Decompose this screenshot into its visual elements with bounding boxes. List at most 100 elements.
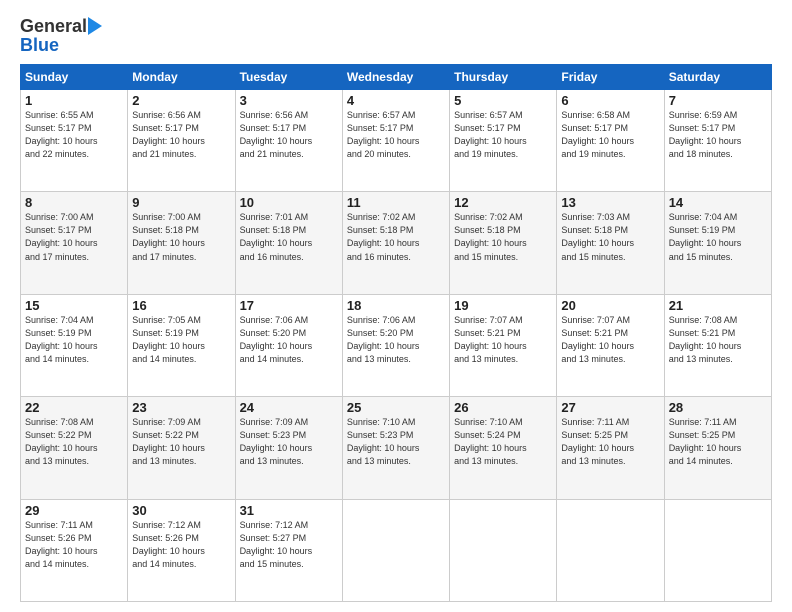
- table-row: 30Sunrise: 7:12 AMSunset: 5:26 PMDayligh…: [128, 499, 235, 601]
- table-row: 26Sunrise: 7:10 AMSunset: 5:24 PMDayligh…: [450, 397, 557, 499]
- logo-blue-text: Blue: [20, 35, 59, 56]
- table-row: [342, 499, 449, 601]
- day-info: Sunrise: 7:07 AMSunset: 5:21 PMDaylight:…: [454, 314, 552, 366]
- table-row: 8Sunrise: 7:00 AMSunset: 5:17 PMDaylight…: [21, 192, 128, 294]
- day-info: Sunrise: 7:04 AMSunset: 5:19 PMDaylight:…: [669, 211, 767, 263]
- logo: General Blue: [20, 16, 110, 56]
- day-info: Sunrise: 7:02 AMSunset: 5:18 PMDaylight:…: [347, 211, 445, 263]
- table-row: 24Sunrise: 7:09 AMSunset: 5:23 PMDayligh…: [235, 397, 342, 499]
- table-row: 1Sunrise: 6:55 AMSunset: 5:17 PMDaylight…: [21, 90, 128, 192]
- logo-arrow-icon: [88, 17, 110, 35]
- day-number: 18: [347, 298, 445, 313]
- table-row: 9Sunrise: 7:00 AMSunset: 5:18 PMDaylight…: [128, 192, 235, 294]
- day-info: Sunrise: 7:08 AMSunset: 5:21 PMDaylight:…: [669, 314, 767, 366]
- day-info: Sunrise: 6:57 AMSunset: 5:17 PMDaylight:…: [347, 109, 445, 161]
- day-number: 23: [132, 400, 230, 415]
- day-number: 2: [132, 93, 230, 108]
- col-sunday: Sunday: [21, 65, 128, 90]
- day-info: Sunrise: 7:06 AMSunset: 5:20 PMDaylight:…: [347, 314, 445, 366]
- calendar-header-row: Sunday Monday Tuesday Wednesday Thursday…: [21, 65, 772, 90]
- day-info: Sunrise: 7:11 AMSunset: 5:26 PMDaylight:…: [25, 519, 123, 571]
- day-info: Sunrise: 7:10 AMSunset: 5:24 PMDaylight:…: [454, 416, 552, 468]
- table-row: 6Sunrise: 6:58 AMSunset: 5:17 PMDaylight…: [557, 90, 664, 192]
- table-row: [664, 499, 771, 601]
- table-row: 4Sunrise: 6:57 AMSunset: 5:17 PMDaylight…: [342, 90, 449, 192]
- table-row: [450, 499, 557, 601]
- day-number: 13: [561, 195, 659, 210]
- day-number: 15: [25, 298, 123, 313]
- day-number: 5: [454, 93, 552, 108]
- day-info: Sunrise: 7:11 AMSunset: 5:25 PMDaylight:…: [561, 416, 659, 468]
- day-info: Sunrise: 6:58 AMSunset: 5:17 PMDaylight:…: [561, 109, 659, 161]
- day-number: 4: [347, 93, 445, 108]
- day-info: Sunrise: 7:09 AMSunset: 5:22 PMDaylight:…: [132, 416, 230, 468]
- day-info: Sunrise: 6:56 AMSunset: 5:17 PMDaylight:…: [132, 109, 230, 161]
- table-row: 28Sunrise: 7:11 AMSunset: 5:25 PMDayligh…: [664, 397, 771, 499]
- table-row: 10Sunrise: 7:01 AMSunset: 5:18 PMDayligh…: [235, 192, 342, 294]
- logo-general-text: General: [20, 16, 87, 37]
- day-info: Sunrise: 7:07 AMSunset: 5:21 PMDaylight:…: [561, 314, 659, 366]
- day-number: 27: [561, 400, 659, 415]
- table-row: 7Sunrise: 6:59 AMSunset: 5:17 PMDaylight…: [664, 90, 771, 192]
- table-row: 13Sunrise: 7:03 AMSunset: 5:18 PMDayligh…: [557, 192, 664, 294]
- day-info: Sunrise: 7:12 AMSunset: 5:26 PMDaylight:…: [132, 519, 230, 571]
- day-number: 16: [132, 298, 230, 313]
- day-info: Sunrise: 7:06 AMSunset: 5:20 PMDaylight:…: [240, 314, 338, 366]
- day-number: 30: [132, 503, 230, 518]
- day-info: Sunrise: 7:01 AMSunset: 5:18 PMDaylight:…: [240, 211, 338, 263]
- calendar-week-row: 1Sunrise: 6:55 AMSunset: 5:17 PMDaylight…: [21, 90, 772, 192]
- day-number: 3: [240, 93, 338, 108]
- col-friday: Friday: [557, 65, 664, 90]
- day-info: Sunrise: 7:10 AMSunset: 5:23 PMDaylight:…: [347, 416, 445, 468]
- table-row: 18Sunrise: 7:06 AMSunset: 5:20 PMDayligh…: [342, 294, 449, 396]
- day-number: 9: [132, 195, 230, 210]
- table-row: 22Sunrise: 7:08 AMSunset: 5:22 PMDayligh…: [21, 397, 128, 499]
- day-info: Sunrise: 6:59 AMSunset: 5:17 PMDaylight:…: [669, 109, 767, 161]
- day-info: Sunrise: 7:05 AMSunset: 5:19 PMDaylight:…: [132, 314, 230, 366]
- table-row: 25Sunrise: 7:10 AMSunset: 5:23 PMDayligh…: [342, 397, 449, 499]
- table-row: 5Sunrise: 6:57 AMSunset: 5:17 PMDaylight…: [450, 90, 557, 192]
- calendar-table: Sunday Monday Tuesday Wednesday Thursday…: [20, 64, 772, 602]
- calendar-week-row: 29Sunrise: 7:11 AMSunset: 5:26 PMDayligh…: [21, 499, 772, 601]
- day-number: 17: [240, 298, 338, 313]
- table-row: 21Sunrise: 7:08 AMSunset: 5:21 PMDayligh…: [664, 294, 771, 396]
- day-number: 22: [25, 400, 123, 415]
- table-row: 15Sunrise: 7:04 AMSunset: 5:19 PMDayligh…: [21, 294, 128, 396]
- table-row: 3Sunrise: 6:56 AMSunset: 5:17 PMDaylight…: [235, 90, 342, 192]
- day-number: 31: [240, 503, 338, 518]
- col-thursday: Thursday: [450, 65, 557, 90]
- table-row: 17Sunrise: 7:06 AMSunset: 5:20 PMDayligh…: [235, 294, 342, 396]
- day-info: Sunrise: 7:03 AMSunset: 5:18 PMDaylight:…: [561, 211, 659, 263]
- calendar-week-row: 8Sunrise: 7:00 AMSunset: 5:17 PMDaylight…: [21, 192, 772, 294]
- day-info: Sunrise: 7:00 AMSunset: 5:17 PMDaylight:…: [25, 211, 123, 263]
- table-row: 27Sunrise: 7:11 AMSunset: 5:25 PMDayligh…: [557, 397, 664, 499]
- day-number: 29: [25, 503, 123, 518]
- col-tuesday: Tuesday: [235, 65, 342, 90]
- day-number: 14: [669, 195, 767, 210]
- day-info: Sunrise: 7:02 AMSunset: 5:18 PMDaylight:…: [454, 211, 552, 263]
- col-wednesday: Wednesday: [342, 65, 449, 90]
- table-row: 31Sunrise: 7:12 AMSunset: 5:27 PMDayligh…: [235, 499, 342, 601]
- day-info: Sunrise: 6:57 AMSunset: 5:17 PMDaylight:…: [454, 109, 552, 161]
- table-row: [557, 499, 664, 601]
- day-number: 21: [669, 298, 767, 313]
- day-info: Sunrise: 7:00 AMSunset: 5:18 PMDaylight:…: [132, 211, 230, 263]
- page: General Blue Sunday Monday Tuesday Wedne…: [0, 0, 792, 612]
- day-info: Sunrise: 7:12 AMSunset: 5:27 PMDaylight:…: [240, 519, 338, 571]
- day-info: Sunrise: 7:11 AMSunset: 5:25 PMDaylight:…: [669, 416, 767, 468]
- table-row: 11Sunrise: 7:02 AMSunset: 5:18 PMDayligh…: [342, 192, 449, 294]
- day-info: Sunrise: 7:08 AMSunset: 5:22 PMDaylight:…: [25, 416, 123, 468]
- table-row: 23Sunrise: 7:09 AMSunset: 5:22 PMDayligh…: [128, 397, 235, 499]
- table-row: 29Sunrise: 7:11 AMSunset: 5:26 PMDayligh…: [21, 499, 128, 601]
- day-number: 1: [25, 93, 123, 108]
- day-number: 19: [454, 298, 552, 313]
- table-row: 14Sunrise: 7:04 AMSunset: 5:19 PMDayligh…: [664, 192, 771, 294]
- table-row: 16Sunrise: 7:05 AMSunset: 5:19 PMDayligh…: [128, 294, 235, 396]
- day-info: Sunrise: 7:09 AMSunset: 5:23 PMDaylight:…: [240, 416, 338, 468]
- day-number: 11: [347, 195, 445, 210]
- day-number: 24: [240, 400, 338, 415]
- col-saturday: Saturday: [664, 65, 771, 90]
- day-number: 12: [454, 195, 552, 210]
- day-number: 25: [347, 400, 445, 415]
- day-info: Sunrise: 6:56 AMSunset: 5:17 PMDaylight:…: [240, 109, 338, 161]
